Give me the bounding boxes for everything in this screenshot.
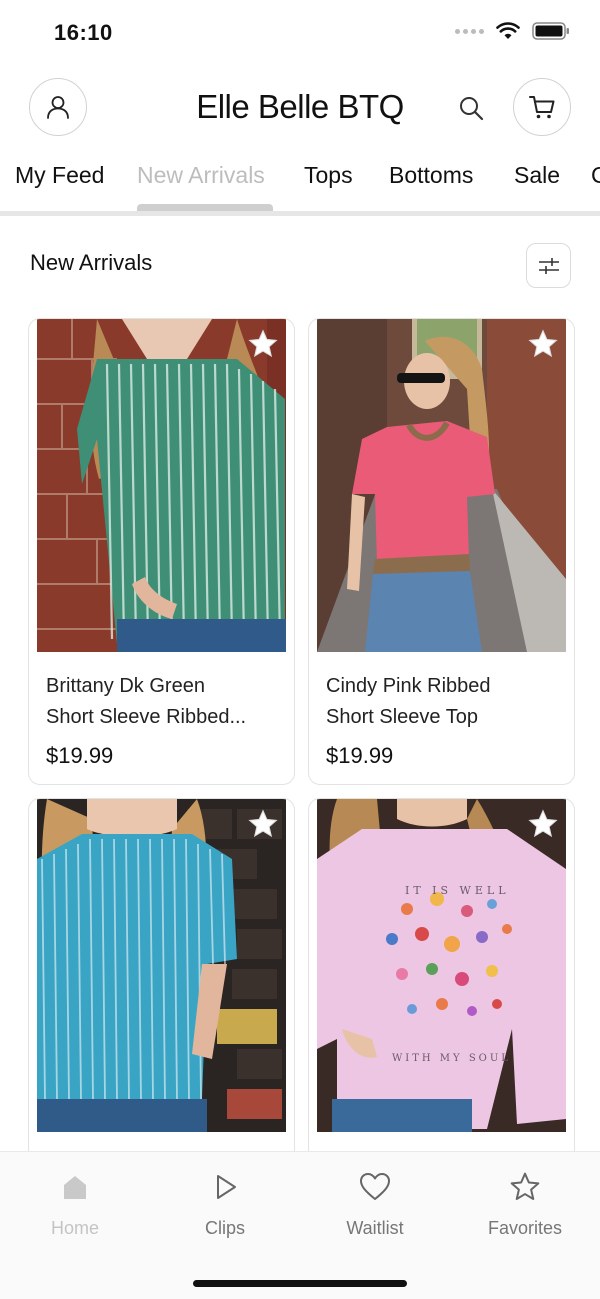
- tab-tops[interactable]: Tops: [304, 162, 353, 189]
- product-name: Cindy Pink Ribbed Short Sleeve Top: [326, 671, 556, 733]
- tabs-divider: [0, 211, 600, 216]
- nav-waitlist[interactable]: Waitlist: [315, 1170, 435, 1239]
- favorite-star-button[interactable]: [246, 327, 280, 361]
- signal-icon: [455, 28, 484, 34]
- wifi-icon: [496, 22, 520, 39]
- nav-clips-label: Clips: [204, 1218, 245, 1238]
- nav-home-label: Home: [50, 1218, 99, 1238]
- product-card[interactable]: Cindy Pink Ribbed Short Sleeve Top $19.9…: [308, 318, 575, 785]
- product-price: $19.99: [46, 743, 114, 768]
- cart-icon: [529, 96, 555, 119]
- user-icon: [47, 96, 69, 119]
- product-price: $19.99: [326, 743, 394, 768]
- sliders-icon: [538, 257, 559, 274]
- product-name: Brittany Dk Green Short Sleeve Ribbed...: [46, 671, 276, 733]
- star-icon: [528, 329, 558, 358]
- nav-home[interactable]: Home: [15, 1170, 135, 1239]
- star-icon: [510, 1172, 540, 1200]
- product-card[interactable]: IT IS WELL WITH MY SOUL: [308, 798, 575, 1178]
- nav-favorites-label: Favorites: [487, 1218, 563, 1238]
- product-name-line1: Brittany Dk Green: [46, 675, 205, 697]
- favorite-star-button[interactable]: [526, 807, 560, 841]
- product-image[interactable]: [37, 799, 286, 1132]
- product-card[interactable]: [28, 798, 295, 1178]
- product-name-line2: Short Sleeve Ribbed...: [46, 706, 247, 728]
- star-icon: [528, 809, 558, 838]
- favorite-star-button[interactable]: [246, 807, 280, 841]
- search-button[interactable]: [455, 92, 487, 124]
- product-card[interactable]: Brittany Dk Green Short Sleeve Ribbed...…: [28, 318, 295, 785]
- category-tabs: My Feed New Arrivals Tops Bottoms Sale C: [0, 158, 600, 216]
- status-bar: 16:10: [0, 0, 600, 66]
- star-icon: [248, 809, 278, 838]
- search-icon: [460, 97, 484, 121]
- section-title: New Arrivals: [30, 250, 153, 275]
- tab-sale[interactable]: Sale: [514, 162, 560, 189]
- battery-icon: [532, 22, 569, 40]
- sweatshirt-print-top: IT IS WELL: [405, 884, 510, 897]
- product-name-line1: Cindy Pink Ribbed: [326, 675, 491, 697]
- nav-favorites[interactable]: Favorites: [465, 1170, 585, 1239]
- tab-bottoms[interactable]: Bottoms: [389, 162, 473, 189]
- heart-icon: [360, 1173, 390, 1200]
- product-image[interactable]: [37, 319, 286, 652]
- bottom-nav: Home Clips Waitlist Favorites: [0, 1151, 600, 1299]
- filter-button[interactable]: [526, 243, 571, 288]
- cart-button[interactable]: [513, 78, 571, 136]
- product-image[interactable]: [317, 319, 566, 652]
- nav-waitlist-label: Waitlist: [346, 1218, 404, 1238]
- status-time: 16:10: [54, 20, 113, 45]
- app-header: Elle Belle BTQ: [0, 78, 600, 138]
- home-indicator: [193, 1280, 407, 1287]
- favorite-star-button[interactable]: [526, 327, 560, 361]
- status-icons: [455, 22, 570, 40]
- sweatshirt-print-bottom: WITH MY SOUL: [392, 1053, 511, 1064]
- nav-clips[interactable]: Clips: [165, 1170, 285, 1239]
- profile-button[interactable]: [29, 78, 87, 136]
- product-image[interactable]: IT IS WELL WITH MY SOUL: [317, 799, 566, 1132]
- play-icon: [217, 1175, 236, 1199]
- tab-my-feed[interactable]: My Feed: [15, 162, 104, 189]
- tab-overflow[interactable]: C: [591, 162, 600, 189]
- home-icon: [64, 1176, 86, 1199]
- tab-new-arrivals[interactable]: New Arrivals: [137, 162, 265, 189]
- star-icon: [248, 329, 278, 358]
- product-name-line2: Short Sleeve Top: [326, 706, 478, 728]
- brand-title: Elle Belle BTQ: [196, 88, 404, 125]
